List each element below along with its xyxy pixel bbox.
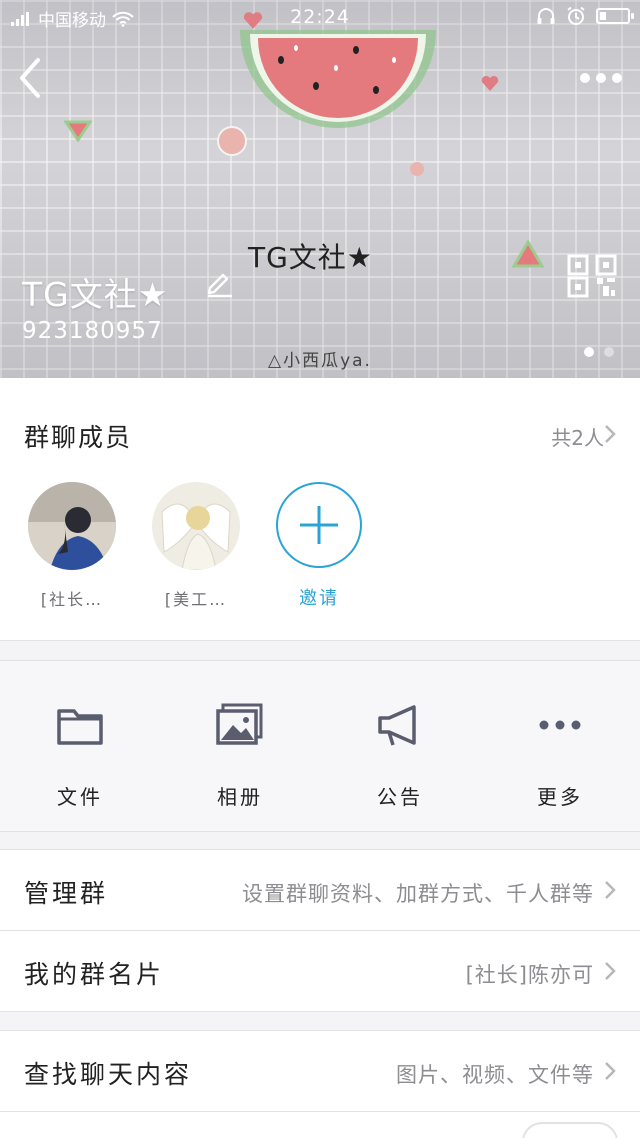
more-dot	[612, 73, 622, 83]
member-avatar	[28, 482, 116, 570]
row-title: 管理群	[24, 879, 109, 908]
page-dot-active	[584, 347, 594, 357]
more-dot	[580, 73, 590, 83]
invite-button[interactable]: 邀请	[269, 482, 369, 610]
cover-page-indicator	[584, 347, 614, 357]
feature-files[interactable]: 文件	[20, 703, 140, 810]
cover-image-signature: △小西瓜ya.	[268, 351, 372, 371]
back-arrow-icon[interactable]	[14, 56, 48, 100]
feature-label: 更多	[537, 785, 583, 809]
cover-image-title: TG文社★	[248, 241, 373, 274]
member-item[interactable]: [美工…	[146, 482, 246, 610]
row-value: 设置群聊资料、加群方式、千人群等	[242, 882, 594, 906]
chevron-right-icon	[605, 881, 616, 899]
chevron-right-icon	[605, 1062, 616, 1080]
feature-more[interactable]: 更多	[500, 703, 620, 810]
headphones-icon	[537, 8, 555, 24]
more-dots-icon	[539, 720, 581, 730]
invite-circle	[276, 482, 362, 568]
avatar-image	[152, 482, 240, 570]
group-id: 923180957	[22, 318, 163, 344]
members-title: 群聊成员	[24, 423, 133, 452]
status-bar: 中国移动 22:24	[0, 0, 640, 34]
battery-level	[600, 12, 606, 20]
member-avatar	[152, 482, 240, 570]
group-name: TG文社★	[22, 275, 169, 314]
megaphone-icon	[378, 705, 416, 746]
feature-grid: 文件 相册 公告 更多	[0, 660, 640, 832]
decor-dot	[410, 162, 424, 176]
folder-icon	[57, 709, 103, 745]
search-chat-row[interactable]: 查找聊天内容 图片、视频、文件等	[0, 1031, 640, 1111]
more-dot	[596, 73, 606, 83]
members-count[interactable]: 共2人	[551, 422, 604, 451]
edit-pencil-icon[interactable]	[204, 268, 234, 298]
plus-icon	[300, 506, 338, 544]
decor-melon-slice	[512, 240, 544, 268]
avatar-image	[28, 482, 116, 570]
decor-melon-slice	[64, 120, 92, 142]
member-name: [美工…	[164, 590, 228, 609]
battery-icon	[596, 8, 634, 24]
page-dot	[604, 347, 614, 357]
status-right	[536, 6, 634, 26]
decor-heart	[481, 75, 499, 91]
chevron-right-icon	[605, 425, 616, 443]
member-item[interactable]: [社长…	[22, 482, 122, 610]
group-cover[interactable]: 中国移动 22:24 TG文社★ △小西瓜ya. TG文社★ 923180957	[0, 0, 640, 378]
qr-code-icon[interactable]	[567, 254, 617, 298]
feature-album[interactable]: 相册	[180, 703, 300, 810]
album-icon	[216, 703, 263, 745]
feature-label: 文件	[57, 785, 103, 809]
more-options-button[interactable]	[580, 68, 624, 88]
row-value: [社长]陈亦可	[465, 963, 594, 987]
toggle-switch[interactable]	[522, 1122, 618, 1138]
divider	[0, 1011, 640, 1012]
group-settings-page: 中国移动 22:24 TG文社★ △小西瓜ya. TG文社★ 923180957…	[0, 0, 640, 1138]
row-value: 图片、视频、文件等	[396, 1063, 594, 1087]
feature-label: 公告	[377, 785, 423, 809]
manage-group-row[interactable]: 管理群 设置群聊资料、加群方式、千人群等	[0, 850, 640, 930]
row-title: 查找聊天内容	[24, 1060, 193, 1089]
decor-dot	[217, 126, 247, 156]
group-members-section: 群聊成员 共2人 [社长… [美工… 邀请	[0, 378, 640, 641]
member-name: [社长…	[40, 590, 104, 609]
row-title: 我的群名片	[24, 960, 165, 989]
chevron-right-icon	[605, 962, 616, 980]
feature-label: 相册	[217, 785, 263, 809]
alarm-icon	[567, 6, 585, 25]
invite-label: 邀请	[299, 588, 339, 609]
my-group-card-row[interactable]: 我的群名片 [社长]陈亦可	[0, 931, 640, 1011]
feature-announcement[interactable]: 公告	[340, 703, 460, 810]
